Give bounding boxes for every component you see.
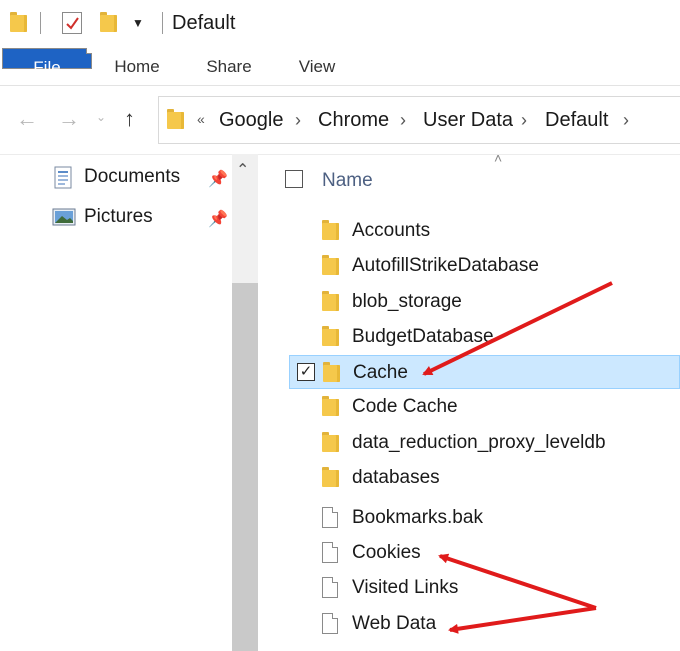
chevron-right-icon[interactable]: › bbox=[295, 110, 301, 131]
folder-row[interactable]: databases bbox=[289, 461, 680, 495]
folder-icon bbox=[322, 291, 339, 311]
breadcrumb-google[interactable]: Google bbox=[219, 109, 284, 132]
item-name: Web Data bbox=[352, 613, 437, 634]
folder-row[interactable]: blob_storage bbox=[289, 285, 680, 319]
window-title: Default bbox=[172, 12, 236, 34]
item-name: AutofillStrikeDatabase bbox=[352, 255, 539, 276]
sidebar-item-pictures[interactable]: Pictures bbox=[52, 203, 232, 233]
column-header-name[interactable]: Name bbox=[322, 170, 373, 192]
folder-icon bbox=[322, 220, 339, 240]
title-bar: ▼ Default bbox=[0, 0, 680, 48]
properties-icon[interactable] bbox=[62, 12, 82, 34]
item-name: databases bbox=[352, 467, 440, 488]
tab-file[interactable]: File bbox=[2, 48, 92, 77]
tab-view[interactable]: View bbox=[284, 48, 350, 86]
select-all-checkbox[interactable] bbox=[285, 170, 303, 188]
sort-ascending-icon: ˄ bbox=[494, 150, 503, 166]
overflow-icon[interactable]: « bbox=[197, 111, 205, 127]
divider bbox=[162, 12, 163, 34]
pin-icon[interactable]: 📌 bbox=[208, 209, 228, 229]
folder-row[interactable]: Code Cache bbox=[289, 390, 680, 424]
chevron-down-icon[interactable]: ▼ bbox=[132, 16, 144, 30]
breadcrumb-default[interactable]: Default bbox=[545, 109, 608, 132]
folder-icon bbox=[167, 109, 184, 129]
up-arrow-icon[interactable]: ↑ bbox=[124, 106, 135, 132]
item-name: Cache bbox=[353, 362, 408, 383]
tab-share[interactable]: Share bbox=[194, 48, 264, 86]
divider bbox=[40, 12, 41, 34]
back-arrow-icon[interactable]: ← bbox=[16, 106, 38, 132]
file-icon bbox=[322, 577, 338, 598]
chevron-right-icon[interactable]: › bbox=[521, 110, 527, 131]
chevron-right-icon[interactable]: › bbox=[623, 110, 629, 131]
file-icon bbox=[322, 507, 338, 528]
address-bar[interactable]: « Google › Chrome › User Data › Default … bbox=[158, 96, 680, 144]
navigation-pane: Documents 📌 Pictures 📌 bbox=[0, 154, 232, 651]
navigation-bar: ← → ⌄ ↑ « Google › Chrome › User Data › … bbox=[0, 86, 680, 154]
folder-icon bbox=[322, 255, 339, 275]
forward-arrow-icon[interactable]: → bbox=[58, 106, 80, 132]
file-icon bbox=[322, 613, 338, 634]
folder-row[interactable]: ✓ Cache bbox=[289, 355, 680, 389]
item-name: BudgetDatabase bbox=[352, 326, 494, 347]
recent-locations-chevron-icon[interactable]: ⌄ bbox=[96, 110, 106, 124]
folder-icon bbox=[322, 467, 339, 487]
row-checkbox[interactable]: ✓ bbox=[297, 363, 315, 381]
breadcrumb-user-data[interactable]: User Data bbox=[423, 109, 513, 132]
new-folder-icon[interactable] bbox=[100, 12, 117, 32]
ribbon: File Home Share View bbox=[0, 48, 680, 86]
scrollbar-thumb[interactable] bbox=[232, 283, 258, 651]
file-row[interactable]: Bookmarks.bak bbox=[289, 501, 680, 535]
sidebar-item-label: Documents bbox=[84, 166, 181, 187]
folder-icon bbox=[323, 362, 340, 382]
chevron-right-icon[interactable]: › bbox=[400, 110, 406, 131]
folder-row[interactable]: AutofillStrikeDatabase bbox=[289, 249, 680, 283]
file-icon bbox=[322, 542, 338, 563]
folder-row[interactable]: Accounts bbox=[289, 214, 680, 248]
item-name: data_reduction_proxy_leveldb bbox=[352, 432, 606, 453]
folder-icon bbox=[322, 396, 339, 416]
pin-icon[interactable]: 📌 bbox=[208, 169, 228, 189]
file-row[interactable]: Cookies bbox=[289, 536, 680, 570]
documents-icon bbox=[54, 166, 72, 189]
sidebar-item-documents[interactable]: Documents bbox=[52, 163, 232, 193]
breadcrumb-chrome[interactable]: Chrome bbox=[318, 109, 389, 132]
item-name: Cookies bbox=[352, 542, 421, 563]
tab-home[interactable]: Home bbox=[102, 48, 172, 86]
folder-row[interactable]: data_reduction_proxy_leveldb bbox=[289, 426, 680, 460]
sidebar-item-label: Pictures bbox=[84, 206, 153, 227]
item-name: Bookmarks.bak bbox=[352, 507, 483, 528]
item-name: Accounts bbox=[352, 220, 431, 241]
folder-icon bbox=[322, 326, 339, 346]
file-row[interactable]: Web Data bbox=[289, 607, 680, 641]
item-name: Code Cache bbox=[352, 396, 458, 417]
file-row[interactable]: Visited Links bbox=[289, 571, 680, 605]
item-name: blob_storage bbox=[352, 291, 462, 312]
pictures-icon bbox=[52, 208, 76, 226]
folder-icon bbox=[322, 432, 339, 452]
item-name: Visited Links bbox=[352, 577, 459, 598]
folder-icon[interactable] bbox=[10, 12, 27, 32]
folder-row[interactable]: BudgetDatabase bbox=[289, 320, 680, 354]
scroll-up-chevron-icon[interactable]: ⌃ bbox=[236, 160, 249, 180]
